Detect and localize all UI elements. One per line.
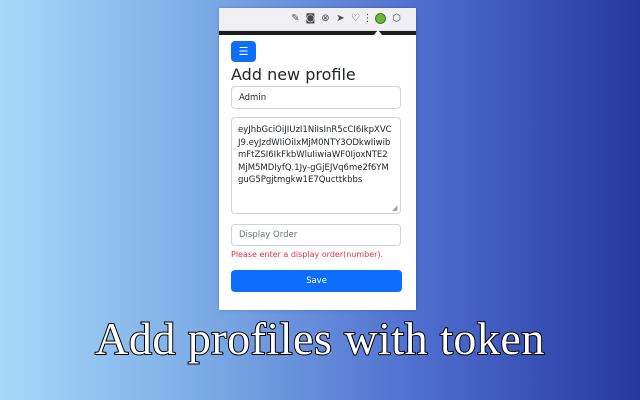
validation-error: Please enter a display order(number). bbox=[231, 250, 384, 259]
token-textarea[interactable]: eyJhbGciOiJIUzI1NiIsInR5cCI6IkpXVCJ9.eyJ… bbox=[231, 117, 401, 214]
extension-popup: ☰ Add new profile eyJhbGciOiJIUzI1NiIsIn… bbox=[219, 35, 416, 310]
camera-icon[interactable]: ◙ bbox=[305, 13, 316, 24]
resize-grip-icon[interactable]: ◢ bbox=[392, 205, 399, 212]
profile-name-input[interactable] bbox=[231, 86, 401, 109]
puzzle-icon[interactable]: ⬡ bbox=[391, 13, 402, 24]
browser-window: ✎ ◙ ⊗ ➤ ♡ ⋮ ⬡ ☰ Add new profile eyJhbGci… bbox=[219, 8, 416, 310]
extension-icon[interactable] bbox=[375, 13, 386, 24]
page-title: Add new profile bbox=[231, 65, 356, 84]
shield-x-icon[interactable]: ⊗ bbox=[320, 13, 331, 24]
list-icon: ☰ bbox=[238, 45, 249, 58]
display-order-input[interactable] bbox=[231, 224, 401, 246]
browser-toolbar: ✎ ◙ ⊗ ➤ ♡ ⋮ ⬡ bbox=[219, 8, 416, 31]
edit-icon[interactable]: ✎ bbox=[290, 13, 301, 24]
save-button[interactable]: Save bbox=[231, 270, 402, 292]
heart-icon[interactable]: ♡ bbox=[350, 13, 361, 24]
toolbar-separator: ⋮ bbox=[362, 13, 373, 24]
send-icon[interactable]: ➤ bbox=[335, 13, 346, 24]
menu-button[interactable]: ☰ bbox=[231, 41, 256, 62]
promo-caption: Add profiles with token bbox=[94, 312, 545, 365]
